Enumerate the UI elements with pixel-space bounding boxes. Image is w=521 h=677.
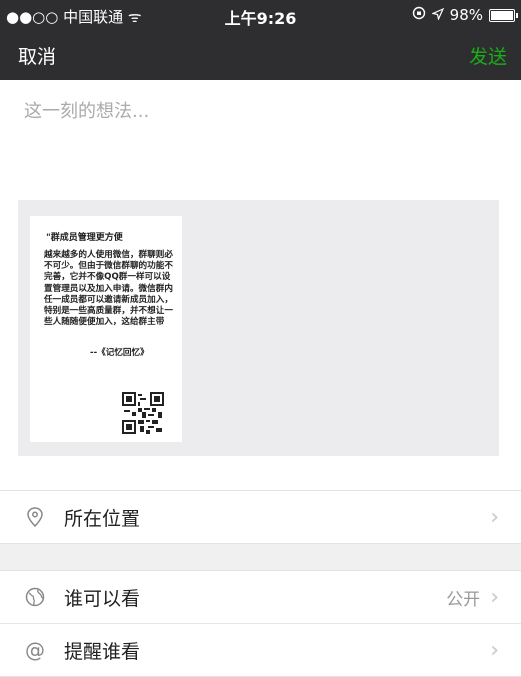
mention-label: 提醒谁看 [64,640,141,663]
chevron-right-icon: › [490,637,499,663]
visibility-value: 公开 [446,589,481,610]
battery-icon [489,8,518,22]
attachment-preview[interactable]: "群成员管理更方便 越来越多的人使用微信，群聊则必不可少。但由于微信群聊的功能不… [18,200,499,456]
lock-rotation-icon [412,6,426,24]
chevron-right-icon: › [490,504,499,530]
status-right: 98% [412,6,518,24]
location-arrow-icon [430,6,444,24]
at-sign-icon: @ [25,638,45,662]
visibility-label: 谁可以看 [64,587,141,610]
card-source: --《记忆回忆》 [90,348,149,358]
mention-row[interactable]: @ 提醒谁看 › [0,624,521,677]
card-title: "群成员管理更方便 [46,233,123,243]
thought-input[interactable] [22,100,486,123]
status-bar: ●●○○ 中国联通 ᯤ 上午9:26 98% [0,0,521,32]
compose-area: "群成员管理更方便 越来越多的人使用微信，群聊则必不可少。但由于微信群聊的功能不… [0,80,521,490]
card-body: 越来越多的人使用微信，群聊则必不可少。但由于微信群聊的功能不完善，它并不像QQ群… [44,250,173,328]
nav-bar: 取消 发送 [0,32,521,80]
image-card[interactable]: "群成员管理更方便 越来越多的人使用微信，群聊则必不可少。但由于微信群聊的功能不… [30,216,182,442]
section-divider [0,543,521,571]
visibility-row[interactable]: 谁可以看 公开 › [0,571,521,624]
cancel-button[interactable]: 取消 [18,42,56,69]
location-pin-icon [24,506,46,528]
battery-percent: 98% [449,6,483,24]
globe-icon [24,586,46,608]
location-label: 所在位置 [64,507,141,530]
send-button[interactable]: 发送 [469,42,507,69]
chevron-right-icon: › [490,584,499,610]
location-row[interactable]: 所在位置 › [0,490,521,543]
qr-code-icon [122,392,164,434]
